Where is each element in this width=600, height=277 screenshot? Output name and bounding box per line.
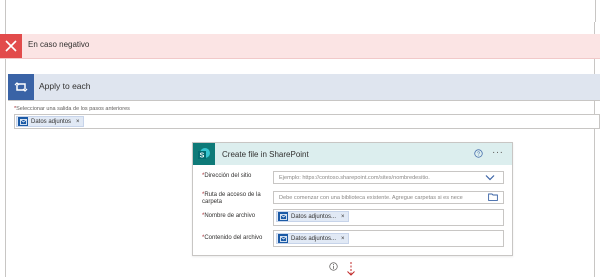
apply-to-each-header[interactable] (8, 74, 600, 100)
folder-path-label: *Ruta de acceso de la carpeta (202, 192, 261, 205)
outlook-icon (278, 212, 288, 221)
outlook-icon (278, 234, 288, 243)
svg-text:?: ? (477, 152, 480, 158)
token-label: Datos adjuntos... (291, 213, 337, 220)
top-frame (0, 0, 600, 22)
outlook-icon (18, 117, 28, 126)
dynamic-content-token[interactable]: Datos adjuntos × (16, 116, 84, 127)
select-output-input[interactable] (14, 114, 600, 129)
loop-icon (8, 74, 34, 100)
dynamic-content-token[interactable]: Datos adjuntos... × (276, 211, 349, 222)
sharepoint-icon: S (193, 143, 215, 165)
close-icon (0, 34, 22, 58)
negative-branch-title: En caso negativo (28, 40, 90, 49)
divider (8, 100, 600, 101)
remove-token-button[interactable]: × (341, 236, 345, 242)
site-address-label: *Dirección del sitio (202, 173, 252, 179)
token-label: Datos adjuntos (31, 118, 72, 125)
more-options-icon[interactable]: ··· (492, 148, 504, 158)
file-content-label: *Contenido del archivo (202, 235, 263, 241)
token-label: Datos adjuntos... (291, 235, 337, 242)
help-icon[interactable]: ? (474, 149, 483, 158)
apply-to-each-title: Apply to each (39, 81, 91, 91)
negative-branch-header[interactable] (0, 34, 600, 59)
remove-token-button[interactable]: × (341, 214, 345, 220)
file-name-label: *Nombre de archivo (202, 213, 256, 219)
remove-token-button[interactable]: × (76, 119, 80, 125)
folder-path-input[interactable]: Debe comenzar con una biblioteca existen… (273, 191, 504, 204)
folder-icon[interactable] (488, 193, 498, 201)
site-address-dropdown[interactable]: Ejemplo: https://contoso.sharepoint.com/… (273, 171, 504, 184)
svg-text:S: S (200, 153, 205, 160)
dynamic-content-token[interactable]: Datos adjuntos... × (276, 233, 349, 244)
chevron-down-icon[interactable] (485, 174, 495, 181)
info-icon[interactable] (329, 262, 338, 271)
create-file-title: Create file in SharePoint (222, 150, 309, 159)
arrow-down-icon (347, 262, 355, 276)
select-output-label: *Seleccionar una salida de los pasos ant… (14, 106, 130, 112)
